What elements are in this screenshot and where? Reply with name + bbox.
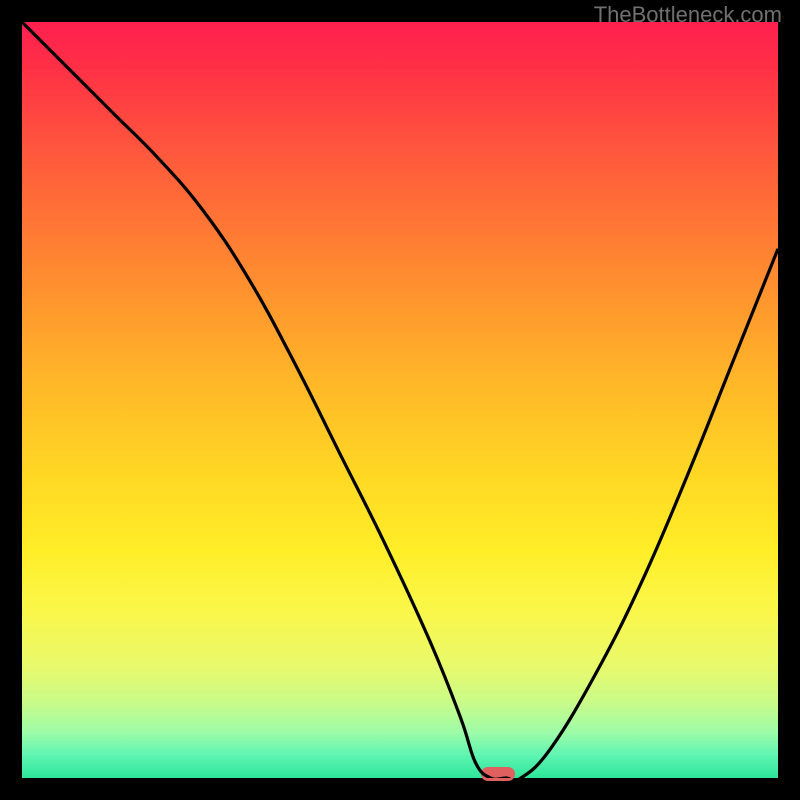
curve-path (22, 22, 778, 778)
watermark-text: TheBottleneck.com (594, 2, 782, 28)
bottleneck-curve (22, 22, 778, 778)
chart-frame: TheBottleneck.com (0, 0, 800, 800)
